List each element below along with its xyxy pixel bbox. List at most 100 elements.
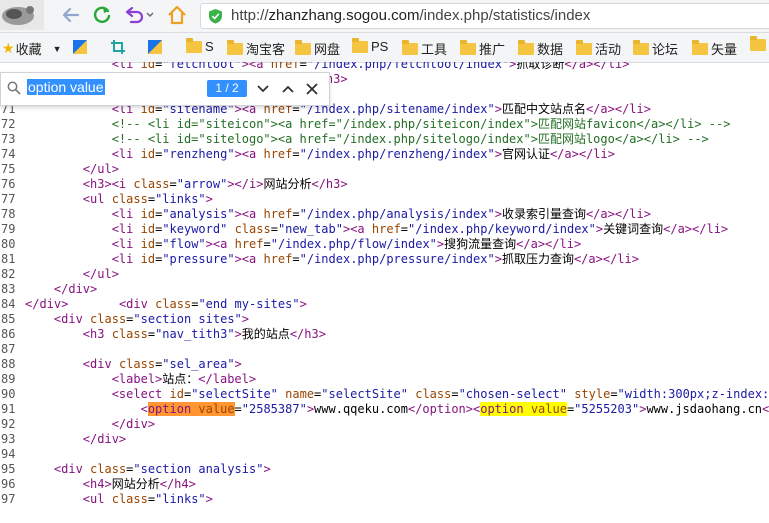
line-source: <li id="flow"><a href="/index.php/flow/i… [111, 237, 582, 251]
avatar[interactable] [0, 0, 44, 30]
bookmark-folder-s[interactable]: S [186, 37, 214, 54]
line-source: <h4>网站分析</h4> [82, 477, 196, 491]
bookmark-label: 活动 [595, 42, 622, 57]
close-icon[interactable] [303, 80, 321, 98]
bookmark-favorites[interactable]: ★ 收藏 ▼ [2, 39, 62, 58]
line-number: 86 [1, 327, 16, 341]
folder-icon [692, 39, 708, 55]
line-number: 87 [1, 342, 16, 356]
bookmark-label: 矢量 [711, 42, 738, 57]
line-source: <li id="analysis"><a href="/index.php/an… [111, 207, 651, 221]
line-source: </div> [82, 432, 127, 446]
folder-icon [227, 39, 243, 55]
bookmarks-bar: ★ 收藏 ▼ S 淘宝客 网盘 PS 工具 推广 数据 活动 论坛 矢量 [0, 33, 769, 63]
line-number: 74 [1, 147, 16, 161]
line-number: 92 [1, 417, 16, 431]
bookmark-folder-forum[interactable]: 论坛 [633, 39, 678, 58]
bookmark-folder-data[interactable]: 数据 [518, 39, 563, 58]
line-number: 88 [1, 357, 16, 371]
line-source: <h3><i class="arrow"></i>网站分析</h3> [82, 177, 348, 191]
find-bar: option value 1 / 2 [0, 72, 330, 106]
line-number: 89 [1, 372, 16, 386]
address-bar[interactable]: http://zhanzhang.sogou.com/index.php/sta… [200, 3, 769, 29]
line-source: <h3 class="nav_tith3">我的站点</h3> [82, 327, 326, 341]
code-line: 79 <li id="keyword" class="new_tab"><a h… [0, 222, 769, 237]
code-line: 84 </div> <div class="end my-sites"> [0, 297, 769, 312]
back-arrow-icon[interactable] [60, 4, 82, 26]
bookmark-app-1[interactable] [72, 39, 88, 58]
line-number: 73 [1, 132, 16, 146]
code-line: 80 <li id="flow"><a href="/index.php/flo… [0, 237, 769, 252]
bookmark-label: 论坛 [652, 42, 679, 57]
bookmark-folder-promo[interactable]: 推广 [460, 39, 505, 58]
line-number: 76 [1, 177, 16, 191]
url-protocol: http:// [231, 7, 269, 24]
chevron-down-icon[interactable] [254, 80, 272, 98]
source-code-view[interactable]: <li id="fetchtool"><a href="/index.php/f… [0, 62, 769, 523]
bookmark-label: 数据 [537, 42, 564, 57]
bookmark-folder-ps[interactable]: PS [352, 37, 389, 54]
line-number: 95 [1, 462, 16, 476]
line-number: 91 [1, 402, 16, 416]
code-line: 88 <div class="sel_area"> [0, 357, 769, 372]
code-line: 83 </div> [0, 282, 769, 297]
find-query: option value [27, 79, 105, 95]
line-number: 93 [1, 432, 16, 446]
line-number: 82 [1, 267, 16, 281]
code-line: 82 </ul> [0, 267, 769, 282]
folder-icon [402, 39, 418, 55]
bookmark-folder-vector[interactable]: 矢量 [692, 39, 737, 58]
line-number: 83 [1, 282, 16, 296]
bookmark-folder-tools[interactable]: 工具 [402, 39, 447, 58]
bookmark-crop-tool[interactable] [110, 39, 126, 58]
code-line: 90 <select id="selectSite" name="selectS… [0, 387, 769, 402]
refresh-icon[interactable] [91, 4, 113, 26]
line-number: 94 [1, 447, 16, 461]
folder-icon [518, 39, 534, 55]
folder-icon [295, 39, 311, 55]
star-icon: ★ [2, 40, 15, 56]
code-line: 81 <li id="pressure"><a href="/index.php… [0, 252, 769, 267]
bookmark-app-2[interactable] [147, 39, 163, 58]
code-line: 86 <h3 class="nav_tith3">我的站点</h3> [0, 327, 769, 342]
home-icon[interactable] [166, 4, 188, 26]
line-source: <ul class="links"> [82, 192, 213, 206]
bookmark-folder-more[interactable] [750, 36, 769, 51]
bookmark-folder-events[interactable]: 活动 [576, 39, 621, 58]
bookmark-label: PS [371, 39, 389, 54]
line-source: <div class="section sites"> [53, 312, 250, 326]
code-line: 94 [0, 447, 769, 462]
code-line: 85 <div class="section sites"> [0, 312, 769, 327]
line-number: 84 [1, 297, 16, 311]
folder-icon [352, 37, 368, 53]
code-line: 76 <h3><i class="arrow"></i>网站分析</h3> [0, 177, 769, 192]
bookmark-label: 淘宝客 [246, 42, 286, 57]
line-source: <li id="fetchtool"><a href="/index.php/f… [111, 62, 630, 71]
code-line: 74 <li id="renzheng"><a href="/index.php… [0, 147, 769, 162]
line-number: 77 [1, 192, 16, 206]
code-line: 87 [0, 342, 769, 357]
line-source: <li id="pressure"><a href="/index.php/pr… [111, 252, 639, 266]
folder-icon [576, 39, 592, 55]
code-line: 72 <!-- <li id="siteicon"><a href="/inde… [0, 117, 769, 132]
match-counter: 1 / 2 [207, 80, 247, 97]
line-source: <div class="sel_area"> [82, 357, 242, 371]
code-line: 77 <ul class="links"> [0, 192, 769, 207]
bookmark-label: S [205, 39, 214, 54]
code-line: 73 <!-- <li id="sitelogo"><a href="/inde… [0, 132, 769, 147]
line-number: 97 [1, 492, 16, 506]
code-line: 78 <li id="analysis"><a href="/index.php… [0, 207, 769, 222]
bookmark-app-icon-2 [147, 39, 163, 58]
undo-history-icon[interactable] [123, 4, 157, 26]
bookmark-folder-wangpan[interactable]: 网盘 [295, 39, 340, 58]
line-number: 72 [1, 117, 16, 131]
line-source: <option value="2585387">www.qqeku.com</o… [140, 402, 769, 416]
folder-icon [750, 36, 766, 51]
line-number: 81 [1, 252, 16, 266]
line-source: <li id="keyword" class="new_tab"><a href… [111, 222, 729, 236]
bookmark-folder-taobaoke[interactable]: 淘宝客 [227, 39, 285, 58]
secure-shield-icon [208, 8, 223, 29]
bookmark-app-icon-1 [72, 39, 88, 58]
code-line: 97 <ul class="links"> [0, 492, 769, 507]
chevron-up-icon[interactable] [279, 80, 297, 98]
